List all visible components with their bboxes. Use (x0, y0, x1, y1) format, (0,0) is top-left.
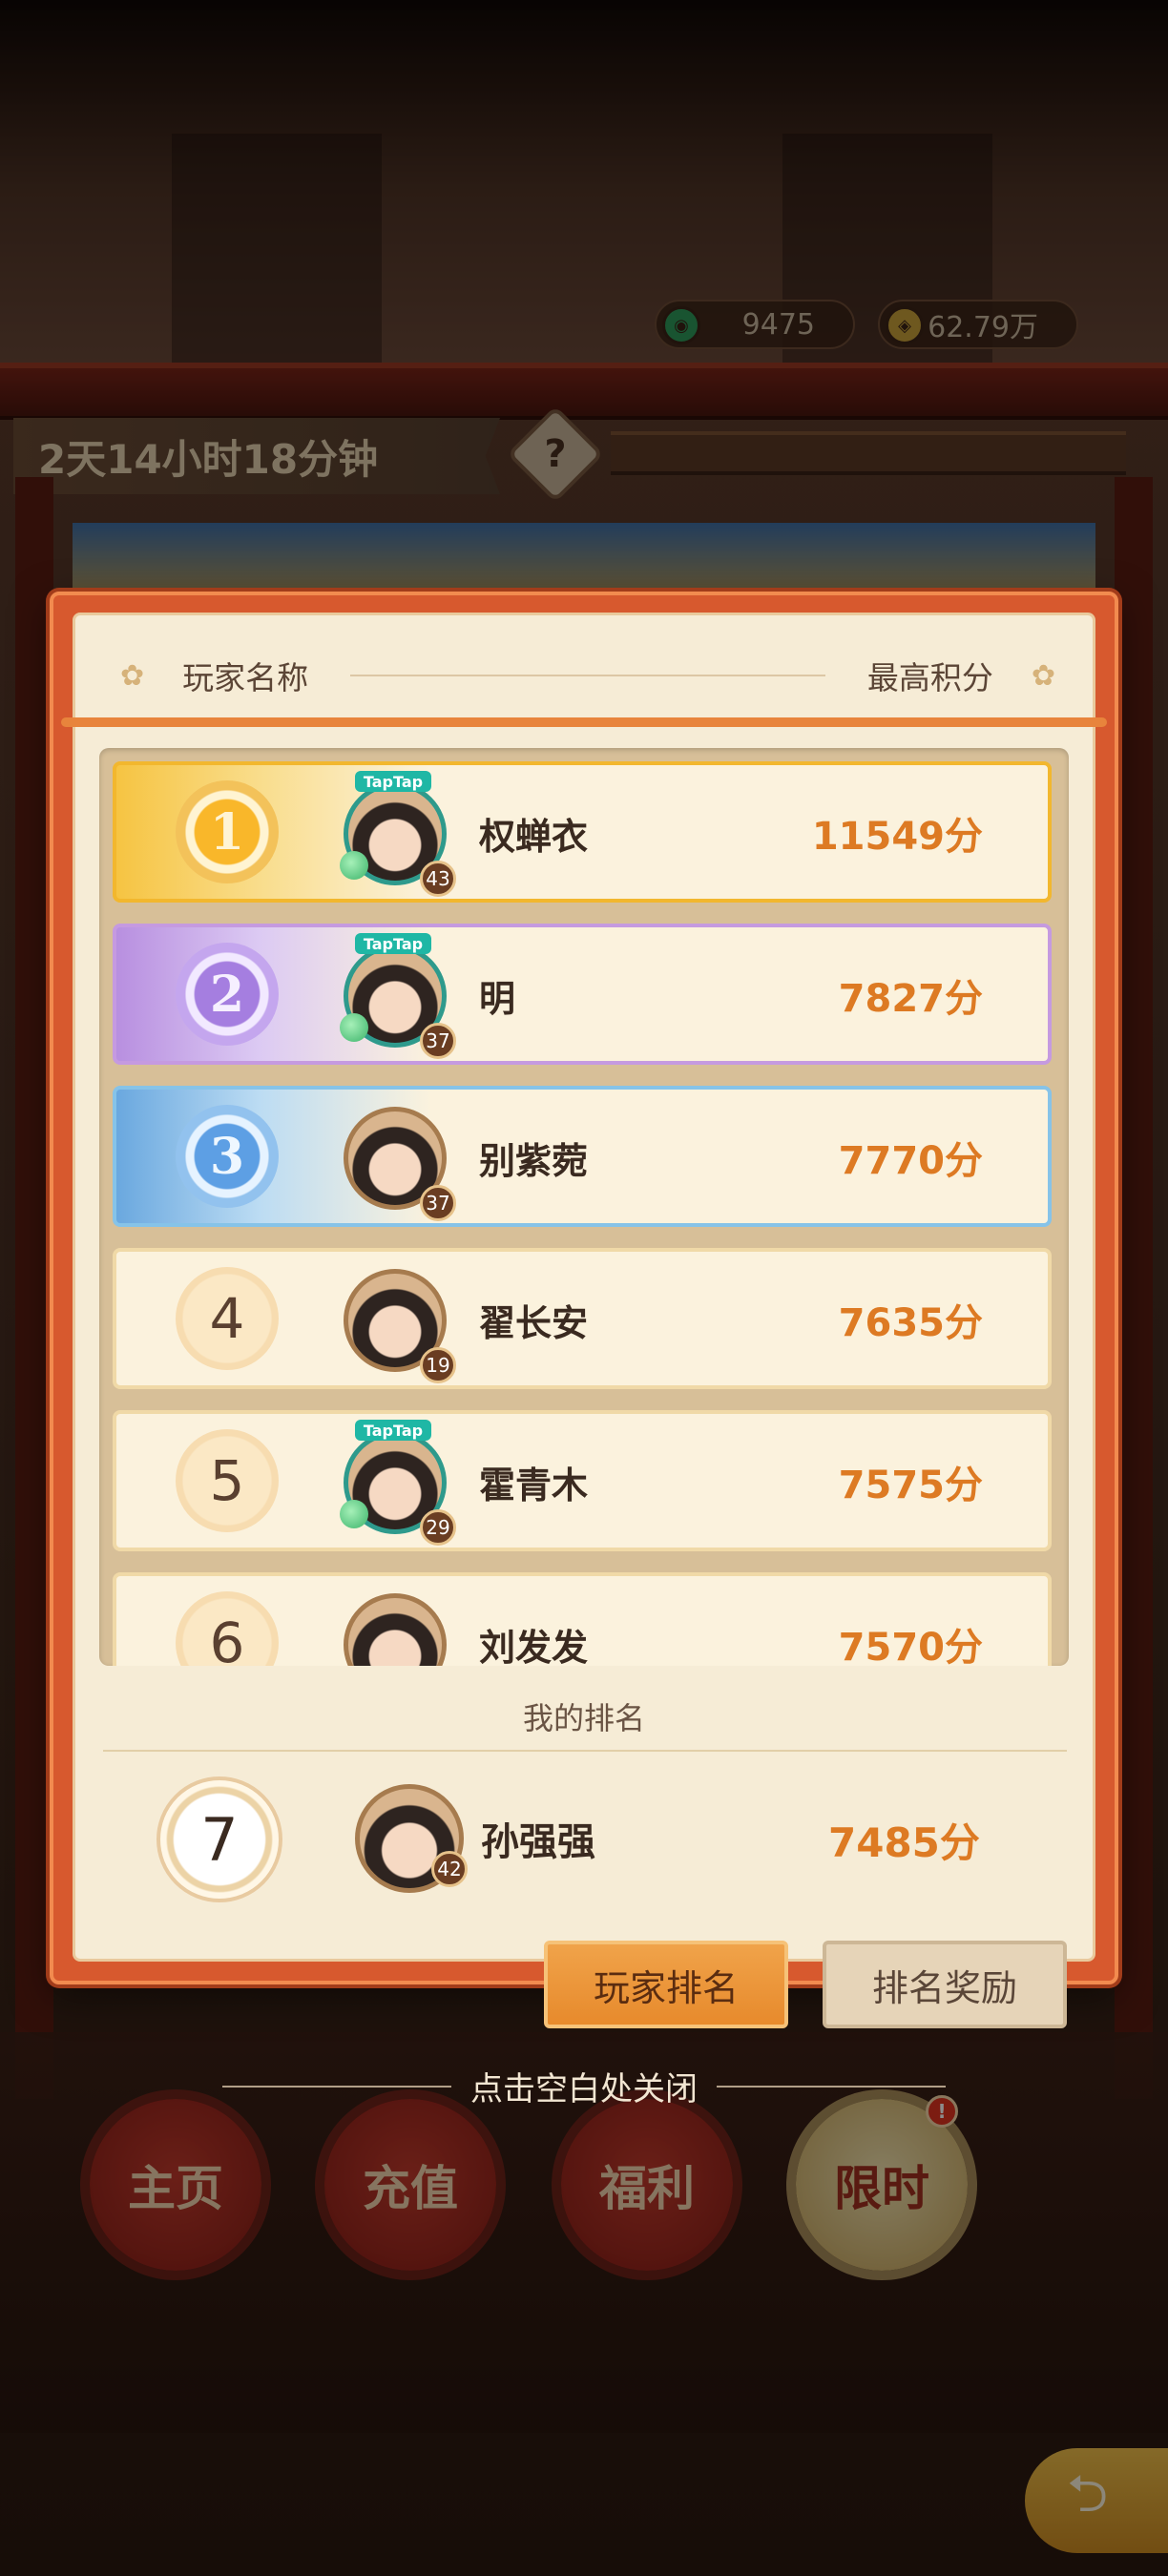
my-rank-number: 7 (156, 1776, 282, 1902)
jade-pendant-icon (340, 851, 368, 880)
ranking-row: 2 TapTap 37 明 7827分 (113, 924, 1052, 1065)
my-level-badge: 42 (431, 1851, 468, 1887)
rank-medal: 5 (176, 1429, 279, 1532)
high-score-header: 最高积分 (866, 659, 993, 696)
my-rank-divider (103, 1750, 1067, 1752)
tab-player-ranking[interactable]: 玩家排名 (544, 1941, 788, 2028)
player-name: 刘发发 (479, 1627, 589, 1666)
player-score: 7635分 (838, 1301, 983, 1345)
my-rank-label: 我的排名 (522, 1700, 645, 1736)
taptap-tag-icon: TapTap (355, 771, 431, 792)
level-badge: 29 (420, 1509, 456, 1546)
rank-medal: 4 (176, 1267, 279, 1370)
player-avatar[interactable] (344, 1593, 447, 1666)
player-name-header: 玩家名称 (182, 659, 309, 696)
jade-pendant-icon (340, 1013, 368, 1042)
level-badge: 37 (420, 1185, 456, 1221)
level-badge: 37 (420, 1023, 456, 1059)
ranking-row: 5 TapTap 29 霍青木 7575分 (113, 1410, 1052, 1551)
my-player-score: 7485分 (828, 1819, 980, 1866)
header-underline (61, 717, 1107, 727)
ranking-row: 3 37 别紫菀 7770分 (113, 1086, 1052, 1227)
tab-ranking-rewards[interactable]: 排名奖励 (823, 1941, 1067, 2028)
player-score: 7575分 (838, 1464, 983, 1507)
jade-pendant-icon (340, 1500, 368, 1528)
flower-icon: ✿ (120, 658, 145, 693)
ranking-row: 4 19 翟长安 7635分 (113, 1248, 1052, 1389)
player-score: 7827分 (838, 977, 983, 1021)
rank-medal: 6 (176, 1591, 279, 1666)
player-name: 权蝉衣 (479, 816, 589, 858)
level-badge: 19 (420, 1347, 456, 1383)
taptap-tag-icon: TapTap (355, 933, 431, 954)
flower-icon: ✿ (1031, 658, 1055, 693)
player-name: 明 (479, 978, 516, 1020)
player-score: 7570分 (838, 1626, 983, 1666)
player-name: 霍青木 (479, 1465, 589, 1506)
rank-medal: 1 (176, 780, 279, 883)
close-hint: 点击空白处关闭 (0, 2063, 1168, 2109)
hint-line-right (717, 2085, 946, 2088)
hint-line-left (222, 2085, 451, 2088)
player-score: 7770分 (838, 1139, 983, 1183)
ranking-row: 6 刘发发 7570分 (113, 1572, 1052, 1666)
my-player-name: 孙强强 (481, 1820, 595, 1864)
player-score: 11549分 (811, 815, 983, 859)
level-badge: 43 (420, 861, 456, 897)
rank-medal: 3 (176, 1105, 279, 1208)
taptap-tag-icon: TapTap (355, 1420, 431, 1441)
player-name: 别紫菀 (479, 1140, 589, 1182)
ranking-header: ✿ 玩家名称 最高积分 ✿ (92, 639, 1084, 712)
header-divider (350, 675, 825, 676)
player-name: 翟长安 (479, 1302, 589, 1344)
rank-medal: 2 (176, 943, 279, 1046)
close-hint-text: 点击空白处关闭 (470, 2070, 698, 2109)
ranking-list[interactable]: 1 TapTap 43 权蝉衣 11549分 2 TapTap 37 明 782… (99, 748, 1069, 1666)
ranking-row: 1 TapTap 43 权蝉衣 11549分 (113, 761, 1052, 903)
